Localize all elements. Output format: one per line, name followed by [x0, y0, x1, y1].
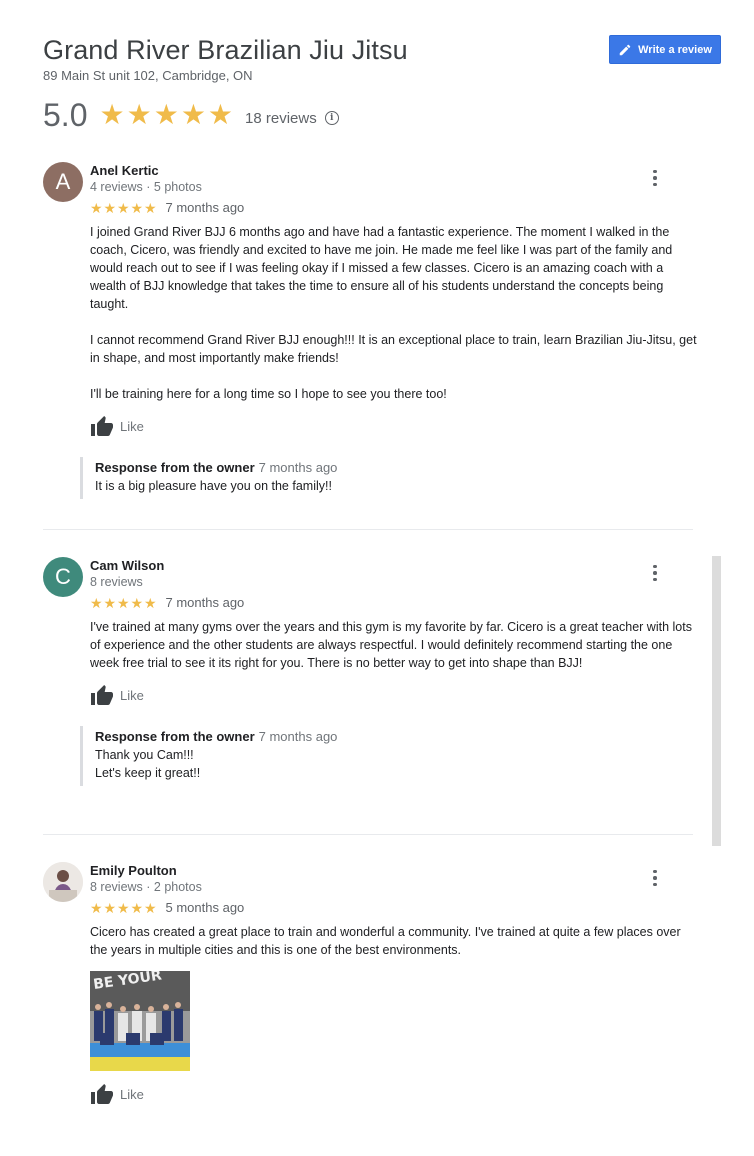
reviewer-meta: 4 reviews · 5 photos: [90, 180, 202, 194]
review-count[interactable]: 18 reviews: [245, 110, 317, 127]
reviewer-meta: 8 reviews · 2 photos: [90, 880, 202, 894]
rating-stars: ★ ★ ★ ★ ★: [99, 100, 233, 130]
rating-summary: 5.0 ★ ★ ★ ★ ★ 18 reviews i: [43, 96, 339, 134]
star-icon: ★: [103, 199, 117, 216]
star-icon: ★: [130, 899, 144, 916]
star-icon: ★: [117, 199, 130, 216]
star-icon: ★: [90, 899, 103, 916]
star-icon: ★: [144, 899, 157, 916]
reviewer-name[interactable]: Cam Wilson: [90, 557, 693, 574]
owner-response-label: Response from the owner: [95, 729, 255, 744]
owner-response-text: It is a big pleasure have you on the fam…: [95, 479, 332, 493]
review-item: A Anel Kertic 4 reviews · 5 photos ★ ★ ★ ★ ★…: [43, 162, 697, 499]
review-photo[interactable]: BE YOUR: [90, 971, 190, 1071]
star-icon: ★: [130, 199, 144, 216]
more-options-icon[interactable]: [647, 563, 663, 583]
owner-response: Response from the owner 7 months ago It i…: [80, 457, 693, 499]
review-text: I joined Grand River BJJ 6 months ago an…: [90, 225, 697, 401]
star-icon: ★: [117, 899, 130, 916]
like-button[interactable]: Like: [90, 684, 150, 706]
star-icon: ★: [126, 99, 152, 130]
like-button[interactable]: Like: [90, 1083, 150, 1105]
star-icon: ★: [103, 899, 117, 916]
profile-photo: [43, 862, 83, 902]
star-icon: ★: [180, 99, 206, 130]
thumbs-up-icon: [91, 416, 113, 436]
reviewer-meta: 8 reviews: [90, 575, 143, 589]
review-divider: [43, 529, 693, 530]
info-icon[interactable]: i: [324, 111, 339, 125]
review-stars: ★ ★ ★ ★ ★: [90, 201, 158, 215]
more-options-icon[interactable]: [647, 168, 663, 188]
write-review-button[interactable]: Write a review: [609, 35, 721, 64]
review-item: C Cam Wilson 8 reviews ★ ★ ★ ★ ★ 7 months ag…: [43, 557, 693, 786]
pencil-icon: [619, 44, 631, 55]
star-icon: ★: [99, 99, 125, 130]
review-text: I've trained at many gyms over the years…: [90, 620, 692, 670]
owner-response-time: 7 months ago: [258, 460, 338, 475]
reviewer-name[interactable]: Anel Kertic: [90, 162, 693, 179]
avatar[interactable]: [43, 862, 83, 902]
like-label: Like: [120, 1086, 144, 1102]
owner-response-text: Thank you Cam!!! Let's keep it great!!: [95, 748, 201, 780]
like-button[interactable]: Like: [90, 415, 150, 437]
thumbs-up-icon: [91, 685, 113, 705]
star-icon: ★: [103, 594, 117, 611]
reviewer-name[interactable]: Emily Poulton: [90, 862, 693, 879]
star-icon: ★: [144, 199, 157, 216]
star-icon: ★: [117, 594, 130, 611]
group-photo-image: BE YOUR: [90, 971, 190, 1071]
business-header: Grand River Brazilian Jiu Jitsu 89 Main …: [43, 34, 723, 83]
star-icon: ★: [90, 199, 103, 216]
review-time: 5 months ago: [165, 900, 245, 915]
review-stars: ★ ★ ★ ★ ★: [90, 596, 158, 610]
owner-response-label: Response from the owner: [95, 460, 255, 475]
review-time: 7 months ago: [165, 200, 245, 215]
thumbs-up-icon: [91, 1084, 113, 1104]
star-icon: ★: [207, 99, 234, 130]
review-text: Cicero has created a great place to trai…: [90, 925, 681, 957]
owner-response: Response from the owner 7 months ago Than…: [80, 726, 693, 786]
like-label: Like: [120, 418, 144, 434]
business-address: 89 Main St unit 102, Cambridge, ON: [43, 68, 253, 83]
star-icon: ★: [144, 594, 157, 611]
like-label: Like: [120, 687, 144, 703]
review-divider: [43, 834, 693, 835]
star-icon: ★: [90, 594, 103, 611]
more-options-icon[interactable]: [647, 868, 663, 888]
review-item: Emily Poulton 8 reviews · 2 photos ★ ★ ★ ★ ★…: [43, 862, 693, 1105]
rating-value: 5.0: [43, 97, 88, 133]
scrollbar-thumb[interactable]: [712, 556, 721, 846]
avatar[interactable]: C: [43, 557, 83, 597]
review-stars: ★ ★ ★ ★ ★: [90, 901, 158, 915]
star-icon: ★: [153, 99, 179, 130]
review-time: 7 months ago: [165, 595, 245, 610]
owner-response-time: 7 months ago: [258, 729, 338, 744]
star-icon: ★: [130, 594, 144, 611]
avatar[interactable]: A: [43, 162, 83, 202]
write-review-label: Write a review: [638, 43, 712, 56]
